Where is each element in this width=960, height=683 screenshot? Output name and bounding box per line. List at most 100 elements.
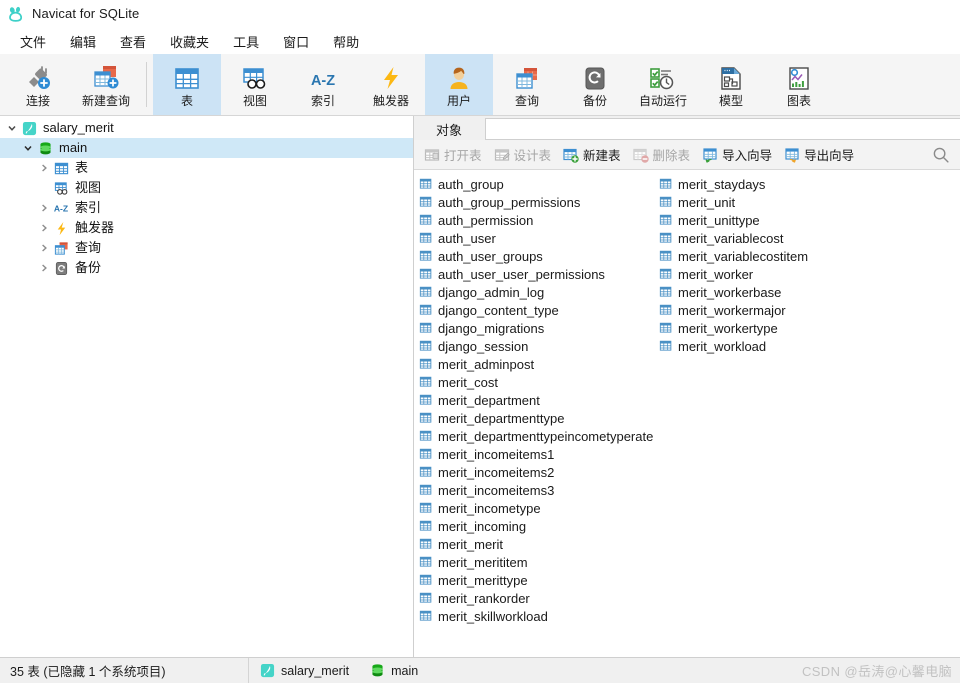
table-list-item-label: merit_department	[438, 392, 540, 408]
toolbar-users[interactable]: 用户	[425, 54, 493, 115]
table-list-item[interactable]: merit_departmenttype	[417, 409, 657, 427]
delete-table-button[interactable]: 删除表	[627, 142, 697, 167]
table-list-item[interactable]: merit_incomeitems3	[417, 481, 657, 499]
chevron-right-icon[interactable]	[36, 203, 52, 213]
table-list-item[interactable]: merit_adminpost	[417, 355, 657, 373]
table-list-item[interactable]: merit_variablecost	[657, 229, 900, 247]
table-list-item[interactable]: merit_worker	[657, 265, 900, 283]
table-list-item[interactable]: merit_workertype	[657, 319, 900, 337]
toolbar-views[interactable]: 视图	[221, 54, 289, 115]
export-wizard-button[interactable]: 导出向导	[778, 142, 860, 167]
toolbar-tables[interactable]: 表	[153, 54, 221, 115]
table-list-item[interactable]: merit_department	[417, 391, 657, 409]
table-icon	[417, 519, 434, 533]
menu-edit[interactable]: 编辑	[58, 29, 108, 54]
toolbar-automation[interactable]: 自动运行	[629, 54, 697, 115]
tree-node-views[interactable]: 视图	[0, 178, 413, 198]
table-list-item[interactable]: auth_permission	[417, 211, 657, 229]
table-list-item-label: auth_group_permissions	[438, 194, 581, 210]
tree-node-queries[interactable]: 查询	[0, 238, 413, 258]
table-list-item[interactable]: merit_workload	[657, 337, 900, 355]
object-tree-sidebar[interactable]: salary_merit main 表 视图 A-Z 索引 触发器 查询 备份	[0, 116, 414, 657]
table-list-item[interactable]: merit_unit	[657, 193, 900, 211]
chevron-right-icon[interactable]	[36, 263, 52, 273]
status-database-cell: main	[359, 658, 428, 683]
open-table-button[interactable]: 打开表	[418, 142, 488, 167]
table-list-item-label: django_migrations	[438, 320, 545, 336]
table-list-item[interactable]: django_session	[417, 337, 657, 355]
status-database-name: main	[391, 663, 419, 678]
menu-help[interactable]: 帮助	[321, 29, 371, 54]
toolbar-queries[interactable]: 查询	[493, 54, 561, 115]
toolbar-backup[interactable]: 备份	[561, 54, 629, 115]
table-list-item[interactable]: merit_skillworkload	[417, 607, 657, 625]
table-list-item[interactable]: merit_incoming	[417, 517, 657, 535]
table-list-item-label: merit_workerbase	[678, 284, 782, 300]
tree-node-backups[interactable]: 备份	[0, 258, 413, 278]
table-list-item[interactable]: auth_group	[417, 175, 657, 193]
table-icon	[417, 285, 434, 299]
table-list-item[interactable]: merit_workerbase	[657, 283, 900, 301]
chevron-down-icon[interactable]	[4, 123, 20, 133]
import-wizard-button[interactable]: 导入向导	[696, 142, 778, 167]
table-list-item[interactable]: auth_user	[417, 229, 657, 247]
table-list-item[interactable]: django_migrations	[417, 319, 657, 337]
table-list-item[interactable]: auth_group_permissions	[417, 193, 657, 211]
toolbar-new-query[interactable]: 新建查询	[72, 54, 140, 115]
table-list-item-label: merit_departmenttypeincometyperate	[438, 428, 654, 444]
table-list-item[interactable]: merit_unittype	[657, 211, 900, 229]
table-list-item[interactable]: merit_incomeitems2	[417, 463, 657, 481]
chevron-right-icon[interactable]	[36, 223, 52, 233]
toolbar-views-label: 视图	[242, 94, 267, 108]
table-list-item[interactable]: merit_merit	[417, 535, 657, 553]
table-list-item[interactable]: merit_incomeitems1	[417, 445, 657, 463]
table-list-item[interactable]: django_content_type	[417, 301, 657, 319]
tree-node-label: salary_merit	[43, 120, 114, 135]
table-list-item[interactable]: django_admin_log	[417, 283, 657, 301]
menu-tools[interactable]: 工具	[221, 29, 271, 54]
backup-icon	[52, 260, 70, 276]
table-list-item-label: merit_unit	[678, 194, 736, 210]
table-list-item[interactable]: merit_workermajor	[657, 301, 900, 319]
table-list-item[interactable]: merit_rankorder	[417, 589, 657, 607]
tab-objects[interactable]: 对象	[414, 118, 484, 140]
design-table-button[interactable]: 设计表	[488, 142, 558, 167]
table-list-item[interactable]: auth_user_groups	[417, 247, 657, 265]
menu-view[interactable]: 查看	[108, 29, 158, 54]
tree-node-tables[interactable]: 表	[0, 158, 413, 178]
table-list-item[interactable]: merit_variablecostitem	[657, 247, 900, 265]
table-list-item[interactable]: merit_cost	[417, 373, 657, 391]
table-list-item[interactable]: merit_staydays	[657, 175, 900, 193]
main-body: salary_merit main 表 视图 A-Z 索引 触发器 查询 备份 …	[0, 116, 960, 657]
toolbar-indexes[interactable]: A-Z 索引	[289, 54, 357, 115]
tree-node-main[interactable]: main	[0, 138, 413, 158]
table-list-item[interactable]: merit_departmenttypeincometyperate	[417, 427, 657, 445]
chevron-right-icon[interactable]	[36, 243, 52, 253]
view-icon	[238, 61, 272, 91]
toolbar-connection-label: 连接	[25, 94, 50, 108]
new-table-button[interactable]: 新建表	[557, 142, 627, 167]
toolbar-chart[interactable]: 图表	[765, 54, 833, 115]
table-list-item-label: merit_merititem	[438, 554, 528, 570]
toolbar-new-query-label: 新建查询	[81, 94, 130, 108]
tree-node-indexes[interactable]: A-Z 索引	[0, 198, 413, 218]
table-list-item[interactable]: merit_merittype	[417, 571, 657, 589]
toolbar-connection[interactable]: 连接	[4, 54, 72, 115]
toolbar-triggers[interactable]: 触发器	[357, 54, 425, 115]
toolbar-queries-label: 查询	[514, 94, 539, 108]
menu-window[interactable]: 窗口	[271, 29, 321, 54]
menu-favorites[interactable]: 收藏夹	[158, 29, 221, 54]
search-icon[interactable]	[932, 146, 950, 164]
chevron-down-icon[interactable]	[20, 143, 36, 153]
tree-node-triggers[interactable]: 触发器	[0, 218, 413, 238]
tree-node-salary-merit[interactable]: salary_merit	[0, 118, 413, 138]
table-list-item[interactable]: auth_user_user_permissions	[417, 265, 657, 283]
table-list-item-label: merit_incoming	[438, 518, 527, 534]
toolbar-model[interactable]: 模型	[697, 54, 765, 115]
table-list-item[interactable]: merit_incometype	[417, 499, 657, 517]
table-list-area[interactable]: auth_group auth_group_permissions auth_per…	[414, 170, 960, 657]
table-list-item[interactable]: merit_merititem	[417, 553, 657, 571]
chevron-right-icon[interactable]	[36, 163, 52, 173]
menu-file[interactable]: 文件	[8, 29, 58, 54]
open-table-label: 打开表	[444, 149, 482, 163]
